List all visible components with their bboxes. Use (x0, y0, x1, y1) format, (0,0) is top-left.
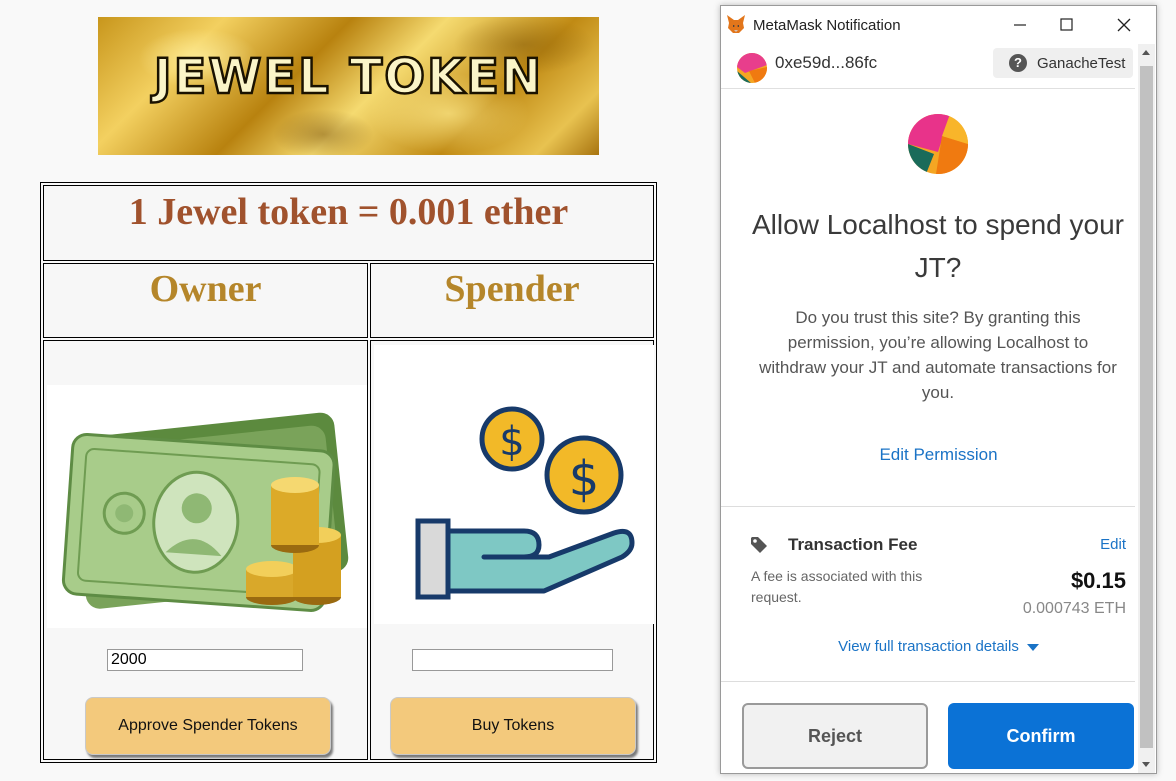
section-divider (721, 506, 1135, 507)
site-identicon (908, 114, 968, 174)
confirm-button[interactable]: Confirm (948, 703, 1134, 769)
window-titlebar: MetaMask Notification (721, 6, 1156, 44)
maximize-button[interactable] (1043, 6, 1089, 44)
scrollbar[interactable] (1138, 44, 1155, 773)
hand-coins-illustration: $ $ (374, 345, 654, 624)
view-full-details-link[interactable]: View full transaction details (721, 638, 1156, 655)
owner-amount-input[interactable] (107, 649, 303, 671)
token-table: 1 Jewel token = 0.001 ether Owner Spende… (40, 182, 657, 763)
svg-text:$: $ (569, 451, 600, 507)
scroll-down-arrow-icon[interactable] (1142, 762, 1150, 767)
footer-divider (721, 681, 1135, 682)
metamask-notification-window: MetaMask Notification 0xe59d...86fc ? Ga… (720, 5, 1157, 774)
spender-panel: $ $ Buy Tokens (370, 340, 654, 760)
buy-tokens-button[interactable]: Buy Tokens (390, 697, 636, 755)
close-button[interactable] (1101, 6, 1147, 44)
exchange-rate: 1 Jewel token = 0.001 ether (43, 185, 654, 261)
money-illustration (47, 385, 367, 628)
approve-spender-tokens-button[interactable]: Approve Spender Tokens (85, 697, 331, 755)
edit-permission-link[interactable]: Edit Permission (721, 445, 1156, 465)
caret-down-icon (1026, 643, 1039, 651)
owner-panel: Approve Spender Tokens (43, 340, 368, 760)
account-address: 0xe59d...86fc (775, 53, 878, 72)
account-header: 0xe59d...86fc ? GanacheTest (721, 44, 1135, 89)
transaction-fee-label: Transaction Fee (788, 535, 918, 554)
fee-usd-amount: $0.15 (1070, 568, 1126, 593)
jewel-token-banner: JEWEL TOKEN (98, 17, 599, 155)
window-title: MetaMask Notification (753, 17, 901, 34)
permission-description: Do you trust this site? By granting this… (759, 308, 1117, 402)
reject-button[interactable]: Reject (742, 703, 928, 769)
spender-heading: Spender (370, 263, 654, 338)
question-icon: ? (1009, 54, 1027, 72)
fee-eth-amount: 0.000743 ETH (1022, 600, 1126, 617)
svg-text:$: $ (499, 419, 524, 465)
owner-heading: Owner (43, 263, 368, 338)
permission-heading: Allow Localhost to spend your JT? (752, 209, 1124, 283)
fee-description: A fee is associated with this request. (751, 568, 923, 605)
metamask-fox-icon (726, 14, 746, 34)
scroll-up-arrow-icon[interactable] (1142, 50, 1150, 55)
banner-title: JEWEL TOKEN (153, 48, 544, 107)
tag-icon (750, 536, 768, 554)
network-selector[interactable]: ? GanacheTest (993, 48, 1133, 78)
account-avatar[interactable] (737, 53, 767, 83)
fee-edit-link[interactable]: Edit (1100, 536, 1126, 553)
minimize-button[interactable] (997, 6, 1043, 44)
network-name: GanacheTest (1037, 55, 1126, 72)
spender-amount-input[interactable] (412, 649, 613, 671)
view-details-label: View full transaction details (838, 638, 1019, 655)
